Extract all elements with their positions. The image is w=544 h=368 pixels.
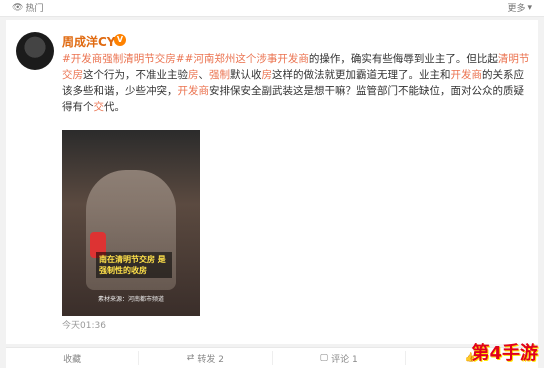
keyword-highlight: 开发商 [177, 85, 210, 97]
weibo-post-card: 周成洋CY V #开发商强制清明节交房##河南郑州这个涉事开发商的操作，确实有些… [6, 20, 538, 344]
hashtag-link[interactable]: #开发商强制清明节交房# [62, 53, 185, 65]
video-caption: 南在清明节交房 是强制性的收房 [96, 252, 172, 278]
hot-tag[interactable]: 👁 热门 [12, 1, 44, 15]
post-text-segment: 、 [198, 69, 210, 81]
comment-label: 评论 1 [331, 354, 358, 365]
post-text-segment: 代。 [104, 101, 125, 113]
repost-label: 转发 2 [197, 354, 224, 365]
eye-icon: 👁 [12, 2, 24, 13]
comment-icon: ▢ [319, 353, 329, 363]
keyword-highlight: 开发商 [277, 53, 309, 65]
hashtag-link[interactable]: #河南郑州这个涉事 [185, 53, 278, 65]
more-label: 更多 [507, 4, 526, 14]
keyword-highlight: 房 [261, 69, 273, 81]
post-text-segment: 这个行为，不准业主验 [83, 69, 188, 81]
top-bar: 👁 热门 更多 ▾ [0, 0, 544, 17]
hot-label: 热门 [25, 4, 44, 14]
username[interactable]: 周成洋CY [62, 33, 116, 50]
action-bar: 收藏 ⇄ 转发 2 ▢ 评论 1 👍 [6, 347, 538, 368]
post-text-segment: 这样的做法就更加霸道无理了。业主和 [272, 69, 451, 81]
comment-button[interactable]: ▢ 评论 1 [273, 351, 406, 365]
repost-button[interactable]: ⇄ 转发 2 [139, 351, 273, 365]
video-thumbnail[interactable]: 南在清明节交房 是强制性的收房 素材来源：河南都市频道 [62, 130, 200, 316]
keyword-highlight: 开发商 [450, 69, 483, 81]
chevron-down-icon: ▾ [527, 2, 532, 13]
keyword-highlight: 交 [93, 101, 105, 113]
video-source: 素材来源：河南都市频道 [98, 294, 164, 303]
repost-icon: ⇄ [186, 353, 195, 363]
favorite-button[interactable]: 收藏 [6, 351, 140, 365]
keyword-highlight: 房 [188, 69, 199, 81]
keyword-highlight: 强制 [209, 69, 230, 81]
post-text: #开发商强制清明节交房##河南郑州这个涉事开发商的操作，确实有些侮辱到业主了。但… [62, 51, 532, 115]
avatar[interactable] [16, 32, 54, 70]
more-menu[interactable]: 更多 ▾ [507, 1, 532, 15]
verified-badge-icon: V [114, 34, 126, 46]
post-text-segment: 的操作，确实有些侮辱到业主了。但比起 [308, 53, 498, 65]
favorite-label: 收藏 [63, 354, 82, 365]
source-label: 素材来源：河南都市频道 [98, 296, 165, 303]
post-timestamp[interactable]: 今天01:36 [62, 318, 106, 331]
post-text-segment: 默认收 [230, 69, 262, 81]
watermark-logo: 第4手游 [471, 343, 538, 364]
